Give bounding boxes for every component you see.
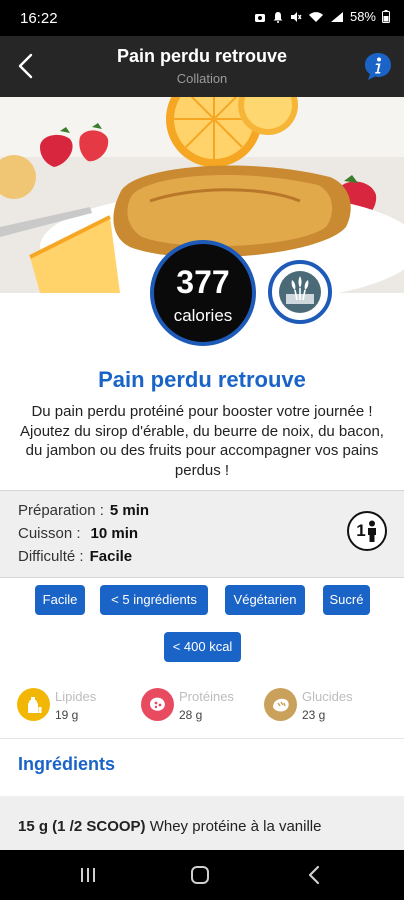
status-icons: 58% [254, 9, 390, 24]
meat-icon [141, 688, 174, 721]
persons-button[interactable]: 1 [347, 511, 387, 551]
ingredients-section-title: Ingrédients [18, 754, 116, 774]
cuisson-label: Cuisson : [18, 525, 81, 542]
macro-glucides: Glucides 23 g [264, 688, 374, 724]
system-nav-bar [0, 850, 404, 900]
calories-label: calories [173, 306, 233, 325]
calories-badge: 377 calories [150, 240, 256, 346]
preparation-value: 5 min [109, 502, 150, 519]
mute-icon [290, 11, 302, 22]
bread-icon [264, 688, 297, 721]
difficulte-value: Facile [89, 548, 133, 565]
preparation-row: Préparation : 5 min [18, 502, 149, 519]
recipe-description: Du pain perdu protéiné pour booster votr… [20, 403, 384, 479]
status-bar: 16:22 58% [0, 0, 404, 36]
person-icon [367, 520, 376, 542]
preparation-label: Préparation : [18, 502, 104, 519]
recents-button[interactable] [76, 863, 100, 887]
oil-bottle-icon [17, 688, 50, 721]
home-button[interactable] [188, 863, 212, 887]
tag-sucre[interactable]: Sucré [323, 585, 370, 615]
back-button[interactable] [10, 50, 42, 82]
difficulte-label: Difficulté : [18, 548, 84, 565]
cuisson-row: Cuisson : 10 min [18, 525, 138, 542]
recipe-title: Pain perdu retrouve [98, 367, 306, 392]
macro-proteines: Protéines 28 g [141, 688, 251, 724]
tag-ingredients[interactable]: < 5 ingrédients [100, 585, 208, 615]
ingredient-item[interactable]: 15 g (1 /2 SCOOP) Whey protéine à la van… [18, 818, 321, 835]
ingredient-quantity: 15 g (1 /2 SCOOP) [18, 818, 146, 835]
ingredient-name: Whey protéine à la vanille [149, 818, 322, 835]
vegetarian-wheat-icon [279, 271, 321, 313]
info-icon [365, 53, 391, 80]
calories-value: 377 [176, 264, 230, 300]
macro-value: 28 g [179, 708, 203, 722]
macro-label: Glucides [302, 689, 353, 704]
battery-percentage: 58% [349, 9, 376, 24]
category-badge [268, 260, 332, 324]
chevron-left-icon [18, 53, 33, 79]
recipe-info-panel: Préparation : 5 min Cuisson : 10 min Diffi… [0, 490, 404, 578]
difficulte-row: Difficulté : Facile [18, 548, 132, 565]
wifi-icon [308, 11, 323, 22]
persons-count: 1 [356, 521, 366, 540]
macro-value: 19 g [55, 708, 79, 722]
system-back-button[interactable] [302, 863, 326, 887]
battery-icon [382, 10, 390, 23]
cuisson-value: 10 min [90, 525, 139, 542]
recents-icon [81, 868, 95, 882]
tag-kcal[interactable]: < 400 kcal [164, 632, 241, 662]
macro-lipides: Lipides 19 g [17, 688, 127, 724]
status-time: 16:22 [20, 10, 58, 27]
app-bar: Pain perdu retrouve Collation [0, 36, 404, 97]
info-button[interactable] [362, 50, 394, 82]
camera-icon [254, 13, 265, 22]
back-icon [308, 865, 320, 885]
signal-icon [330, 11, 343, 22]
macro-label: Protéines [179, 689, 234, 704]
macro-label: Lipides [55, 689, 97, 704]
home-icon [191, 866, 209, 884]
tag-facile[interactable]: Facile [35, 585, 85, 615]
page-title: Pain perdu retrouve [116, 46, 288, 66]
tag-vegetarien[interactable]: Végétarien [225, 585, 305, 615]
macro-value: 23 g [302, 708, 326, 722]
page-subtitle: Collation [176, 71, 228, 86]
divider [0, 738, 404, 739]
bell-icon [273, 11, 283, 23]
